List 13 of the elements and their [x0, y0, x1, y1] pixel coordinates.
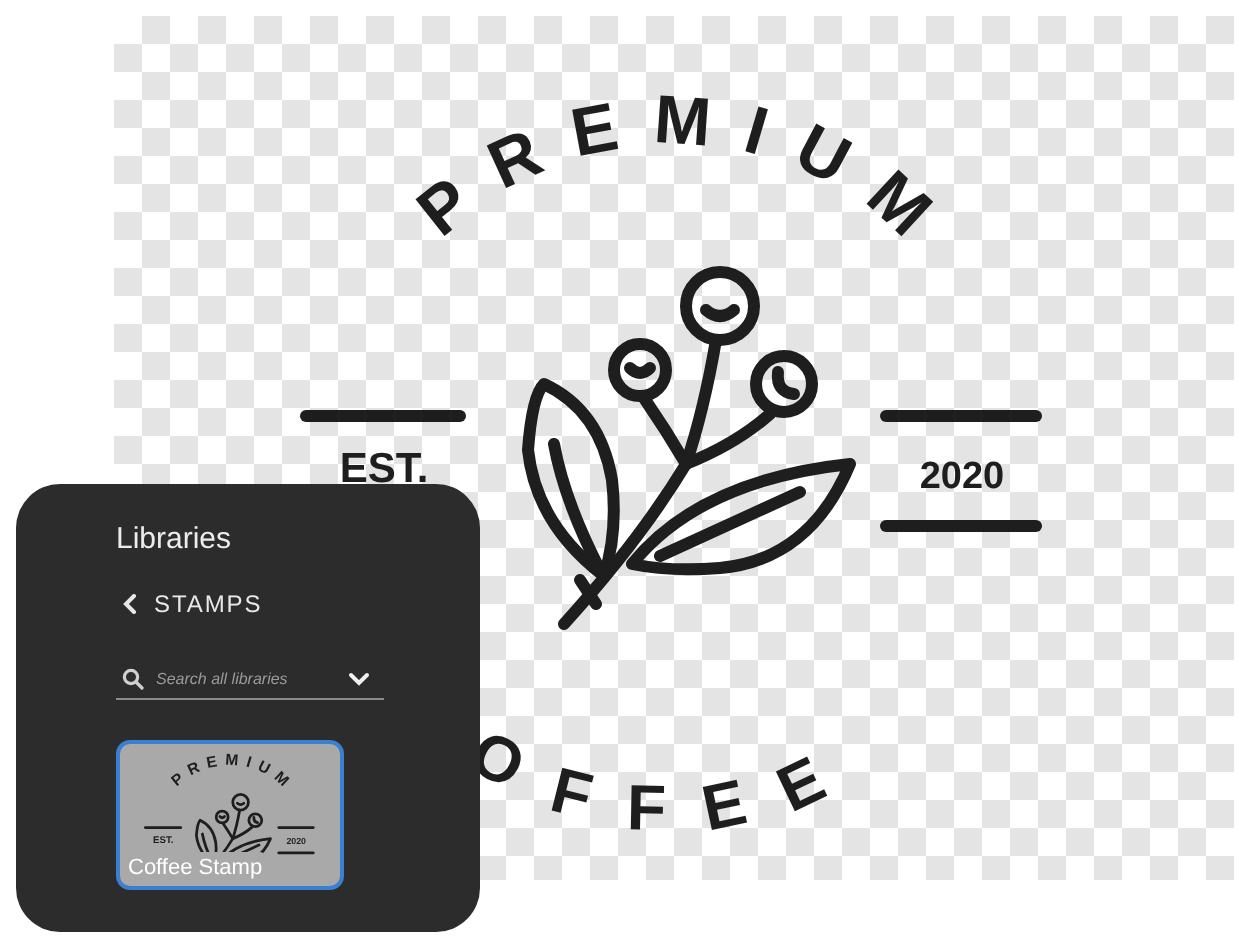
rule-line: [277, 826, 315, 829]
logo-text: EST.: [339, 446, 429, 492]
rule-line: [144, 826, 183, 829]
chevron-down-icon[interactable]: [348, 671, 370, 687]
logo-text: 2020: [919, 456, 1005, 498]
chevron-left-icon: [122, 594, 138, 614]
panel-title: Libraries: [116, 520, 232, 560]
search-field[interactable]: Search all libraries: [156, 667, 336, 691]
back-button[interactable]: STAMPS: [122, 588, 263, 620]
logo-arc-text: OFFEE: [459, 715, 874, 845]
item-label: Coffee Stamp: [124, 852, 267, 884]
rule-line: [277, 851, 315, 855]
search-icon: [122, 668, 144, 690]
